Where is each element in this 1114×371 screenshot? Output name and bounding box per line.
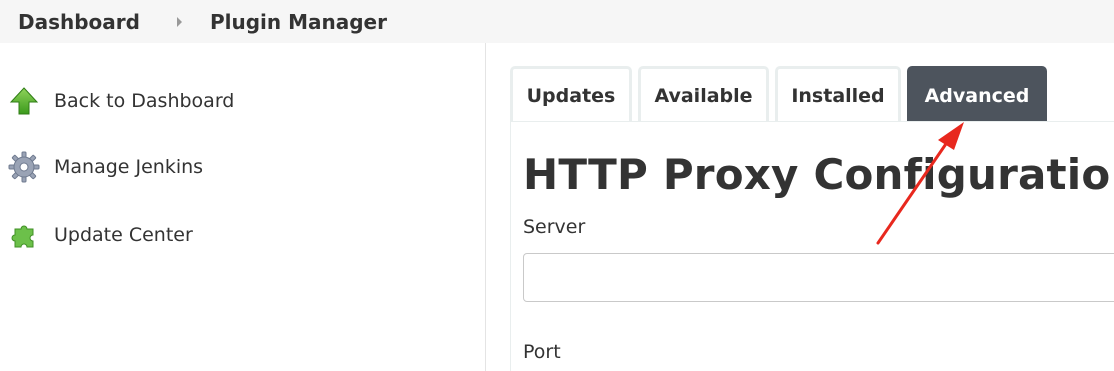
tab-bar: Updates Available Installed Advanced	[510, 66, 1053, 122]
tab-advanced[interactable]: Advanced	[907, 66, 1047, 122]
up-arrow-icon	[6, 83, 42, 119]
advanced-content: HTTP Proxy Configuration Server Port	[510, 121, 1114, 371]
task-update-center[interactable]: Update Center	[6, 217, 193, 253]
task-back-to-dashboard[interactable]: Back to Dashboard	[6, 83, 234, 119]
breadcrumb-plugin-manager-link[interactable]: Plugin Manager	[210, 7, 387, 37]
side-panel: Back to Dashboard Manage Jenkins Update …	[0, 43, 486, 371]
task-manage-jenkins[interactable]: Manage Jenkins	[6, 149, 203, 185]
server-label: Server	[523, 216, 586, 238]
breadcrumb: Dashboard Plugin Manager	[0, 0, 1114, 43]
tab-installed[interactable]: Installed	[775, 66, 901, 122]
task-label[interactable]: Update Center	[54, 224, 193, 246]
main-panel: Updates Available Installed Advanced HTT…	[510, 66, 1114, 371]
breadcrumb-chevron-icon[interactable]	[176, 16, 182, 27]
port-label: Port	[523, 341, 561, 363]
puzzle-icon	[6, 217, 42, 253]
breadcrumb-dashboard-link[interactable]: Dashboard	[18, 7, 140, 37]
server-input[interactable]	[523, 253, 1114, 302]
tab-available[interactable]: Available	[638, 66, 769, 122]
page-title: HTTP Proxy Configuration	[523, 150, 1114, 199]
tab-updates[interactable]: Updates	[510, 66, 632, 122]
task-label[interactable]: Back to Dashboard	[54, 90, 234, 112]
task-label[interactable]: Manage Jenkins	[54, 156, 203, 178]
gear-icon	[6, 149, 42, 185]
